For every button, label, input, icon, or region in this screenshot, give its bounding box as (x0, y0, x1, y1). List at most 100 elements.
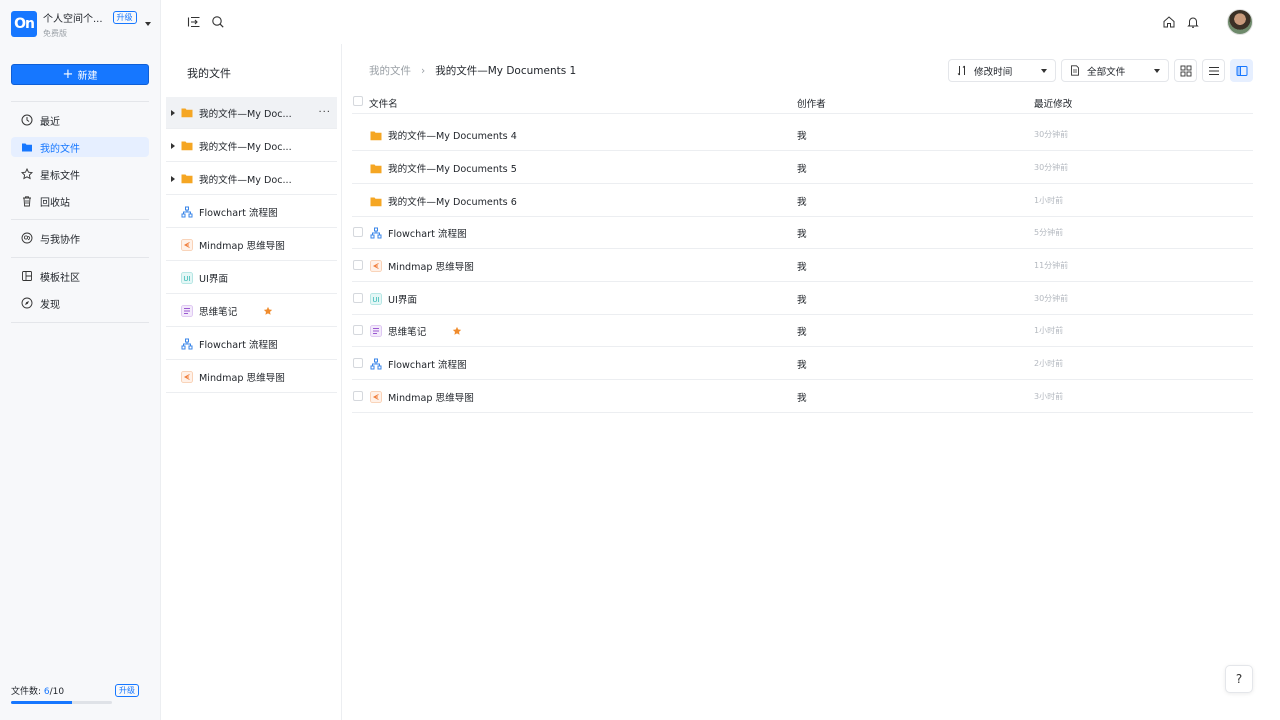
tree-item-label: Mindmap 思维导图 (199, 240, 285, 252)
tree-item-file[interactable]: Flowchart 流程图 (166, 196, 337, 228)
breadcrumb-current: 我的文件—My Documents 1 (435, 65, 577, 77)
caret-right-icon[interactable] (166, 109, 180, 116)
table-row[interactable]: 我的文件—My Documents 6 我 1小时前 (352, 184, 1253, 217)
modified-cell: 30分钟前 (1034, 163, 1069, 172)
sidebar-item-recent[interactable]: 最近 (11, 110, 149, 130)
folder-icon (370, 164, 381, 173)
sidebar-item-starred[interactable]: 星标文件 (11, 164, 149, 184)
folder-icon (370, 131, 381, 140)
avatar[interactable] (1227, 9, 1253, 35)
tree-item-file[interactable]: 思维笔记 (166, 295, 337, 327)
collapse-sidebar-icon[interactable] (187, 15, 201, 29)
filter-dropdown[interactable]: 全部文件 (1061, 59, 1169, 82)
caret-right-icon[interactable] (166, 142, 180, 149)
header-name[interactable]: 文件名 (369, 96, 398, 110)
quota-progress-fill (11, 701, 72, 704)
search-icon[interactable] (211, 15, 225, 29)
sidebar-item-my-files[interactable]: 我的文件 (11, 137, 149, 157)
modified-cell: 3小时前 (1034, 392, 1064, 401)
tree-item-folder[interactable]: 我的文件—My Doc... (166, 130, 337, 162)
grid-view-button[interactable] (1174, 59, 1197, 82)
folder-icon (181, 174, 192, 184)
table-row[interactable]: Mindmap 思维导图 我 11分钟前 (352, 249, 1253, 282)
star-icon (264, 306, 273, 315)
file-name-cell: 我的文件—My Documents 4 (369, 128, 517, 142)
tree-item-label: 我的文件—My Doc... (199, 174, 292, 186)
row-checkbox[interactable] (353, 260, 363, 270)
modified-cell: 1小时前 (1034, 326, 1064, 335)
table-row[interactable]: Mindmap 思维导图 我 3小时前 (352, 380, 1253, 413)
file-name-cell: 我的文件—My Documents 5 (369, 161, 517, 175)
header-modified[interactable]: 最近修改 (1034, 96, 1072, 110)
list-view-button[interactable] (1202, 59, 1225, 82)
compass-icon (21, 297, 33, 309)
sidebar-item-templates[interactable]: 模板社区 (11, 266, 149, 286)
workspace-plan: 免费版 (43, 28, 67, 38)
chevron-down-icon[interactable] (145, 22, 151, 26)
author-cell: 我 (797, 197, 807, 208)
chevron-down-icon (1041, 69, 1047, 73)
table-row[interactable]: UI UI界面 我 30分钟前 (352, 282, 1253, 315)
table-row[interactable]: 我的文件—My Documents 5 我 30分钟前 (352, 151, 1253, 184)
flowchart-icon (181, 206, 192, 217)
table-row[interactable]: Flowchart 流程图 我 2小时前 (352, 347, 1253, 380)
file-name: 我的文件—My Documents 5 (388, 164, 517, 175)
trash-icon (23, 196, 31, 207)
note-icon (180, 304, 193, 317)
tree-item-label: 我的文件—My Doc... (199, 108, 292, 120)
row-checkbox[interactable] (353, 325, 363, 335)
table-row[interactable]: 我的文件—My Documents 4 我 30分钟前 (352, 118, 1253, 151)
row-checkbox[interactable] (353, 293, 363, 303)
modified-cell: 5分钟前 (1034, 228, 1064, 237)
sidebar-item-discover[interactable]: 发现 (11, 293, 149, 313)
header-author[interactable]: 创作者 (797, 96, 826, 110)
sidebar-item-trash[interactable]: 回收站 (11, 191, 149, 211)
tree-item-folder[interactable]: 我的文件—My Doc... (166, 163, 337, 195)
table-row[interactable]: Flowchart 流程图 我 5分钟前 (352, 216, 1253, 249)
more-icon[interactable]: ··· (318, 107, 331, 118)
svg-text:UI: UI (183, 274, 190, 282)
file-name: Flowchart 流程图 (388, 229, 467, 240)
chevron-down-icon (1154, 69, 1160, 73)
select-all-checkbox[interactable] (353, 96, 363, 106)
help-button[interactable]: ? (1225, 665, 1253, 693)
ui-icon: UI (180, 271, 193, 284)
row-checkbox[interactable] (353, 227, 363, 237)
file-name-cell: UI UI界面 (369, 292, 417, 306)
chevron-right-icon: › (421, 64, 426, 77)
sidebar-item-label: 我的文件 (40, 143, 80, 155)
file-name-cell: 我的文件—My Documents 6 (369, 194, 517, 208)
new-button[interactable]: + 新建 (11, 64, 149, 85)
sort-icon (957, 65, 965, 76)
tree-item-file[interactable]: Mindmap 思维导图 (166, 229, 337, 261)
divider (11, 322, 149, 323)
caret-right-icon[interactable] (166, 175, 180, 182)
divider (11, 101, 149, 102)
author-cell: 我 (797, 295, 807, 306)
author-cell: 我 (797, 164, 807, 175)
breadcrumb-parent[interactable]: 我的文件 (369, 63, 411, 78)
author-cell: 我 (797, 229, 807, 240)
tree-item-label: Flowchart 流程图 (199, 339, 278, 351)
upgrade-badge[interactable]: 升级 (112, 10, 137, 24)
home-icon[interactable] (1162, 15, 1176, 29)
workspace-switcher[interactable]: On 个人空间个... 升级 免费版 (11, 10, 151, 38)
sidebar-item-collaboration[interactable]: 与我协作 (11, 228, 149, 248)
file-name-cell: Mindmap 思维导图 (369, 259, 474, 273)
tree-item-folder[interactable]: 我的文件—My Doc... ··· (166, 97, 337, 129)
quota-progress-bar (11, 701, 112, 704)
tree-item-file[interactable]: UI UI界面 (166, 262, 337, 294)
folder-tree: 我的文件 我的文件—My Doc... ··· 我的文件—My Doc... 我… (166, 44, 342, 720)
author-cell: 我 (797, 360, 807, 371)
panel-view-button[interactable] (1230, 59, 1253, 82)
modified-cell: 30分钟前 (1034, 130, 1069, 139)
tree-item-file[interactable]: Mindmap 思维导图 (166, 361, 337, 393)
row-checkbox[interactable] (353, 391, 363, 401)
bell-icon[interactable] (1186, 15, 1200, 29)
sort-dropdown[interactable]: 修改时间 (948, 59, 1056, 82)
upgrade-badge[interactable]: 升级 (115, 684, 139, 697)
table-row[interactable]: 思维笔记 我 1小时前 (352, 314, 1253, 347)
mindmap-icon (180, 238, 193, 251)
row-checkbox[interactable] (353, 358, 363, 368)
tree-item-file[interactable]: Flowchart 流程图 (166, 328, 337, 360)
